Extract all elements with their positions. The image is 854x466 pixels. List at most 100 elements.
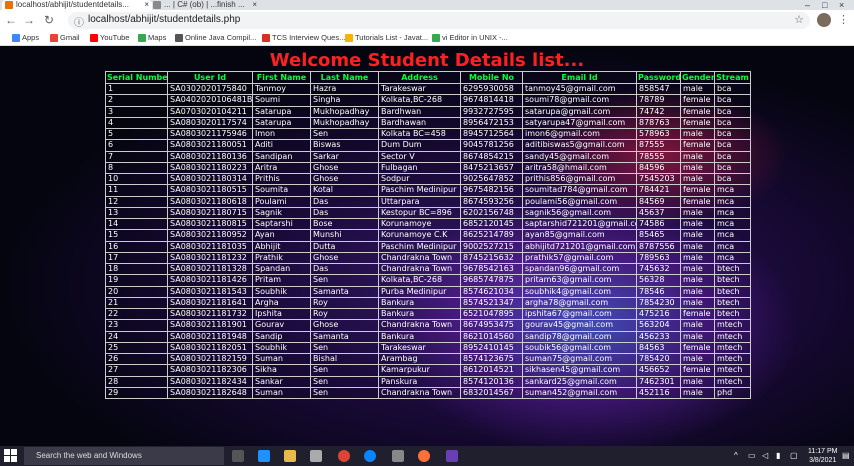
table-cell: bca (714, 161, 751, 175)
table-cell: Argha (252, 296, 311, 310)
table-cell: 789563 (636, 251, 681, 265)
taskbar-search-input[interactable]: Search the web and Windows (24, 447, 224, 465)
notifications-icon[interactable]: ▤ (842, 451, 850, 460)
bookmark-youtube[interactable]: YouTube (90, 32, 129, 44)
battery-icon[interactable]: ▮ (776, 451, 780, 460)
firefox-icon[interactable] (418, 450, 430, 462)
camera-icon[interactable] (392, 450, 404, 462)
table-cell: 785420 (636, 352, 681, 366)
table-cell: SA0803021180051 (167, 139, 253, 152)
table-cell: 563204 (636, 319, 681, 332)
forward-icon[interactable]: → (22, 13, 36, 27)
site-info-icon[interactable]: ⓘ (74, 14, 84, 29)
table-row: 14 SA0803021180815 Saptarshi Bose Korunamoye… (105, 217, 751, 231)
file-explorer-icon[interactable] (284, 450, 296, 462)
reload-icon[interactable]: ↻ (42, 13, 56, 27)
bookmark-apps[interactable]: Apps (12, 32, 39, 44)
table-cell: Prathik (252, 251, 311, 265)
table-cell: Korunamoye (378, 217, 461, 231)
close-window-icon[interactable]: × (839, 0, 844, 10)
table-cell: 23 (105, 319, 168, 332)
kebab-menu-icon[interactable]: ⋮ (838, 13, 849, 26)
table-cell: Sankar (252, 375, 311, 388)
table-cell: Munshi (310, 229, 379, 242)
tab-other[interactable]: ... | C# (ob) | ...finish ... × (150, 0, 260, 10)
bookmark-javatpoint[interactable]: Tutorials List - Javat... (345, 32, 428, 44)
tray-up-arrow-icon[interactable]: ^ (734, 451, 738, 460)
store-icon[interactable] (310, 450, 322, 462)
back-icon[interactable]: ← (4, 13, 18, 27)
table-cell: 456652 (636, 364, 681, 377)
table-cell: 878763 (636, 116, 681, 130)
bookmark-maps[interactable]: Maps (138, 32, 166, 44)
page-favicon-icon (153, 1, 161, 9)
table-cell: 8952410145 (460, 341, 523, 355)
table-cell: Ghose (310, 251, 379, 265)
table-cell: Dum Dum (378, 139, 461, 152)
clock-date: 3/8/2021 (809, 457, 837, 464)
address-bar[interactable]: ⓘ localhost/abhijit/studentdetails.php ☆ (68, 12, 810, 29)
table-cell: prathik57@gmail.com (522, 251, 637, 265)
taskbar-clock[interactable]: 11:17 PM 3/8/2021 (808, 447, 837, 465)
close-tab-icon[interactable]: × (252, 0, 257, 10)
bookmark-star-icon[interactable]: ☆ (794, 13, 804, 26)
table-cell: Sandip (252, 330, 311, 343)
table-cell: Sen (310, 364, 379, 377)
table-cell: 9678542163 (460, 262, 523, 276)
bookmark-vi-editor[interactable]: vi Editor in UNIX -... (432, 32, 508, 44)
table-cell: 7545203 (636, 172, 681, 186)
network-icon[interactable]: ▭ (748, 451, 756, 460)
column-header: Serial Number (105, 71, 168, 84)
table-row: 15 SA0803021180952 Ayan Munshi Korunamoye C.… (105, 229, 751, 242)
table-cell: Ghose (310, 172, 379, 186)
table-cell: btech (714, 274, 751, 287)
table-cell: Arambag (378, 352, 461, 366)
table-cell: female (680, 195, 715, 208)
table-cell: Korunamoye C.K (378, 229, 461, 242)
page-content: Welcome Student Details list... Serial N… (0, 46, 854, 446)
table-cell: SA0803021175946 (167, 127, 253, 141)
table-body: 1 SA0302020175840 Tanmoy Hazra Tarakeswar 629… (105, 82, 751, 400)
table-cell: 5 (105, 127, 168, 141)
table-cell: 78789 (636, 94, 681, 107)
task-view-icon[interactable] (232, 450, 244, 462)
table-cell: 2 (105, 94, 168, 107)
table-cell: SA0803021180314 (167, 172, 253, 186)
profile-avatar[interactable] (817, 13, 831, 27)
table-cell: Soumita (252, 184, 311, 197)
volume-icon[interactable]: ◁ (762, 451, 768, 460)
table-cell: Sector V (378, 150, 461, 163)
table-cell: 85465 (636, 229, 681, 242)
bookmark-tcs[interactable]: TCS Interview Ques... (262, 32, 345, 44)
table-cell: male (680, 161, 715, 175)
youtube-icon (90, 34, 98, 42)
table-cell: Paschim Medinipur (378, 240, 461, 253)
table-cell: 24 (105, 330, 168, 343)
table-cell: 6295930058 (460, 82, 523, 96)
minimize-icon[interactable]: – (805, 0, 810, 10)
app-icon[interactable] (446, 450, 458, 462)
chrome-icon[interactable] (338, 450, 350, 462)
bookmark-gmail[interactable]: Gmail (50, 32, 80, 44)
column-header: First Name (252, 71, 311, 84)
message-icon[interactable]: ▢ (790, 451, 798, 460)
close-tab-icon[interactable]: × (144, 0, 149, 10)
edge-icon[interactable] (258, 450, 270, 462)
maximize-icon[interactable]: □ (822, 0, 827, 10)
bookmark-online-java[interactable]: Online Java Compil... (175, 32, 256, 44)
table-cell: 8574621034 (460, 285, 523, 298)
table-cell: suman452@gmail.com (522, 386, 637, 400)
table-cell: bca (714, 105, 751, 118)
table-cell: 18 (105, 262, 168, 276)
windows-start-icon[interactable] (4, 449, 18, 463)
table-cell: Mukhopadhay (310, 116, 379, 130)
table-cell: Chandrakna Town (378, 251, 461, 265)
tab-studentdetails[interactable]: localhost/abhijit/studentdetails... × (2, 0, 152, 10)
table-cell: 78546 (636, 285, 681, 298)
table-cell: 12 (105, 195, 168, 208)
table-cell: 9025647852 (460, 172, 523, 186)
column-header: User Id (167, 71, 253, 84)
edge-chromium-icon[interactable] (364, 450, 376, 462)
table-cell: 25 (105, 341, 168, 355)
table-cell: Paschim Medinipur (378, 184, 461, 197)
